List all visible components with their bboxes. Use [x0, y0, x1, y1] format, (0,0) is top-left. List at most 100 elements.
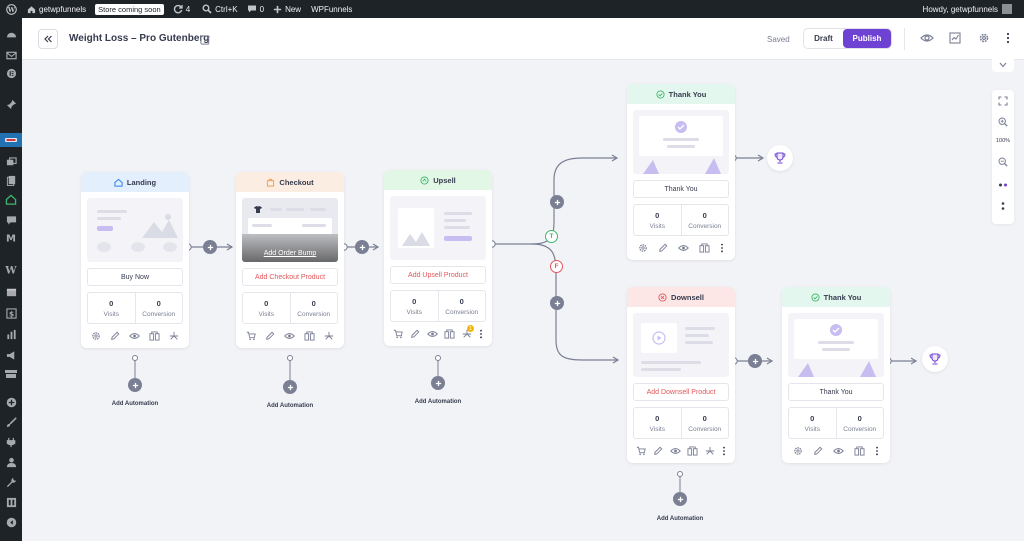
thank-you-button[interactable]: Thank You — [633, 180, 729, 198]
buy-now-button[interactable]: Buy Now — [87, 268, 183, 286]
analytics-icon[interactable] — [5, 328, 17, 340]
edit-pencil-icon[interactable] — [658, 243, 668, 253]
add-automation-button[interactable] — [431, 376, 445, 390]
collapse-menu-icon[interactable] — [5, 516, 17, 528]
view-eye-icon[interactable] — [669, 447, 681, 455]
more-options-icon[interactable] — [722, 446, 726, 456]
marketing-icon[interactable] — [5, 349, 17, 361]
more-options-icon[interactable] — [875, 446, 879, 456]
page-thumbnail[interactable] — [633, 313, 729, 377]
home-menu-icon[interactable] — [5, 193, 17, 205]
goal-node[interactable] — [767, 145, 793, 171]
split-icon[interactable] — [324, 331, 334, 341]
add-upsell-product-button[interactable]: Add Upsell Product — [390, 266, 486, 284]
preview-icon[interactable] — [919, 30, 935, 46]
add-step-button[interactable] — [355, 240, 369, 254]
appearance-icon[interactable] — [5, 368, 17, 380]
add-automation-button[interactable] — [283, 380, 297, 394]
edit-pencil-icon[interactable] — [110, 331, 120, 341]
search-shortcut-link[interactable]: Ctrl+K — [202, 0, 238, 18]
draft-button[interactable]: Draft — [804, 29, 843, 48]
site-name-link[interactable]: getwpfunnels — [27, 0, 86, 18]
add-automation-label[interactable]: Add Automation — [657, 516, 703, 522]
add-automation-label[interactable]: Add Automation — [267, 403, 313, 409]
elementor-icon[interactable] — [5, 67, 17, 79]
add-step-button[interactable] — [550, 296, 564, 310]
add-order-bump-link[interactable]: Add Order Bump — [242, 250, 338, 257]
ab-test-icon[interactable] — [149, 331, 160, 341]
more-options-icon[interactable] — [479, 329, 483, 339]
ab-test-icon[interactable] — [854, 446, 865, 456]
thank-you-step-node[interactable]: Thank You Thank You 0 Visits 0 Conversion — [782, 287, 890, 463]
add-automation-label[interactable]: Add Automation — [415, 399, 461, 405]
funnels-menu-icon[interactable] — [5, 134, 17, 146]
connection-dots-icon[interactable] — [997, 179, 1009, 191]
settings-gear-icon[interactable] — [91, 331, 101, 341]
add-step-button[interactable] — [748, 354, 762, 368]
pin-icon[interactable] — [5, 98, 17, 110]
ab-test-icon[interactable] — [304, 331, 315, 341]
pages-icon[interactable] — [5, 174, 17, 186]
upsell-step-node[interactable]: Upsell Add Upsell Product 0 Visits 0 Conve… — [384, 170, 492, 346]
mail-icon[interactable] — [5, 49, 17, 61]
new-content-link[interactable]: New — [273, 0, 301, 18]
comments-menu-icon[interactable] — [5, 214, 17, 226]
brush-icon[interactable] — [5, 416, 17, 428]
ab-test-icon[interactable] — [699, 243, 710, 253]
more-options-icon[interactable] — [720, 243, 724, 253]
funnel-canvas[interactable]: T F Landing Buy Now 0 Visits 0 Conversion — [22, 58, 1024, 541]
vertical-dots-icon[interactable] — [997, 200, 1009, 212]
split-icon[interactable] — [705, 446, 715, 456]
add-menu-icon[interactable] — [5, 396, 17, 408]
cart-icon[interactable] — [246, 331, 257, 341]
add-step-button[interactable] — [203, 240, 217, 254]
wpfunnels-link[interactable]: WPFunnels — [311, 0, 352, 18]
cart-icon[interactable] — [393, 329, 404, 339]
more-options-icon[interactable] — [1000, 30, 1016, 46]
view-eye-icon[interactable] — [833, 447, 844, 455]
products-icon[interactable] — [5, 286, 17, 298]
page-thumbnail[interactable] — [633, 110, 729, 174]
add-automation-button[interactable] — [673, 492, 687, 506]
split-icon[interactable]: 1 — [462, 325, 474, 339]
view-eye-icon[interactable] — [129, 332, 140, 340]
publish-button[interactable]: Publish — [843, 29, 891, 48]
woocommerce-icon[interactable]: W — [5, 264, 17, 277]
page-thumbnail[interactable] — [390, 196, 486, 260]
settings-gear-icon[interactable] — [976, 30, 992, 46]
add-checkout-product-button[interactable]: Add Checkout Product — [242, 268, 338, 286]
settings-menu-icon[interactable] — [5, 496, 17, 508]
thank-you-step-node[interactable]: Thank You Thank You 0 Visits 0 Conversion — [627, 84, 735, 260]
collapse-panel-button[interactable] — [992, 58, 1014, 72]
dashboard-icon[interactable] — [5, 29, 17, 41]
wp-logo-icon[interactable]: W — [6, 0, 17, 18]
page-thumbnail[interactable] — [87, 198, 183, 262]
downsell-step-node[interactable]: Downsell Add Downsell Product 0 Visits 0 C… — [627, 287, 735, 463]
view-eye-icon[interactable] — [284, 332, 295, 340]
m-icon[interactable]: M — [5, 232, 17, 245]
edit-pencil-icon[interactable] — [653, 446, 663, 456]
settings-gear-icon[interactable] — [793, 446, 803, 456]
add-step-button[interactable] — [550, 195, 564, 209]
goal-node[interactable] — [922, 346, 948, 372]
zoom-out-icon[interactable] — [997, 156, 1009, 168]
tools-icon[interactable] — [5, 476, 17, 488]
updates-link[interactable]: 4 — [173, 0, 190, 18]
add-automation-button[interactable] — [128, 378, 142, 392]
edit-pencil-icon[interactable] — [265, 331, 275, 341]
users-icon[interactable] — [5, 456, 17, 468]
store-coming-soon-link[interactable]: Store coming soon — [95, 0, 164, 18]
analytics-chart-icon[interactable] — [947, 30, 963, 46]
payments-icon[interactable]: $ — [5, 307, 17, 319]
edit-pencil-icon[interactable] — [410, 329, 420, 339]
ab-test-icon[interactable] — [444, 329, 455, 339]
add-automation-label[interactable]: Add Automation — [112, 401, 158, 407]
view-eye-icon[interactable] — [678, 244, 689, 252]
back-button[interactable] — [38, 29, 58, 49]
checkout-step-node[interactable]: Checkout Add Order Bump Add Checkout Pro… — [236, 172, 344, 348]
page-thumbnail[interactable] — [788, 313, 884, 377]
edit-pencil-icon[interactable] — [813, 446, 823, 456]
settings-gear-icon[interactable] — [638, 243, 648, 253]
zoom-in-icon[interactable] — [997, 116, 1009, 128]
fullscreen-icon[interactable] — [997, 95, 1009, 107]
